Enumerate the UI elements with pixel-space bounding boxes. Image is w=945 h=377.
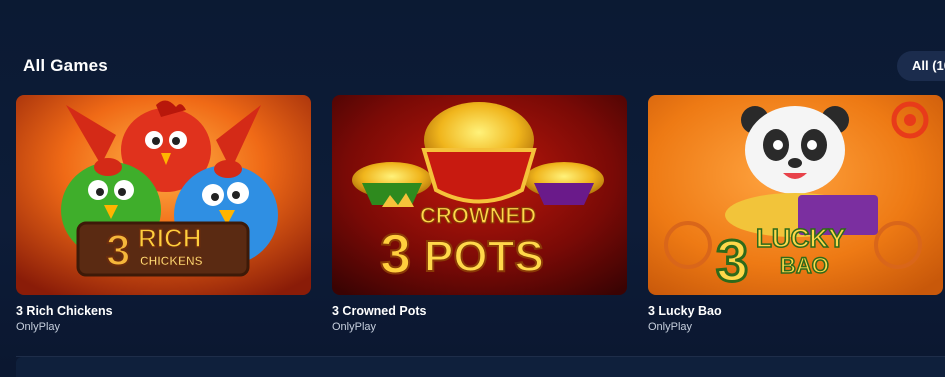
svg-text:3: 3 <box>716 229 748 294</box>
next-section-panel <box>16 357 945 377</box>
svg-text:3: 3 <box>380 222 411 285</box>
svg-text:CROWNED: CROWNED <box>420 203 536 228</box>
game-card[interactable]: CROWNED 3 POTS 3 Crowned Pots OnlyPlay <box>332 95 627 333</box>
gold-pots-artwork-icon: CROWNED 3 POTS <box>332 95 627 295</box>
game-title[interactable]: 3 Crowned Pots <box>332 304 627 318</box>
game-provider: OnlyPlay <box>332 321 377 333</box>
svg-text:CHICKENS: CHICKENS <box>140 254 203 268</box>
svg-text:LUCKY: LUCKY <box>756 223 846 253</box>
svg-text:BAO: BAO <box>780 253 829 278</box>
game-card[interactable]: 3 RICH CHICKENS 3 Rich Chickens OnlyPlay <box>16 95 311 333</box>
section-title: All Games <box>23 56 108 75</box>
game-title[interactable]: 3 Lucky Bao <box>648 304 943 318</box>
svg-text:POTS: POTS <box>424 232 544 281</box>
game-card[interactable]: 3 LUCKY BAO 3 Lucky Bao OnlyPlay <box>648 95 943 333</box>
game-thumbnail[interactable]: 3 LUCKY BAO <box>648 95 943 295</box>
game-provider: OnlyPlay <box>648 321 693 333</box>
filter-all-button[interactable]: All (10 <box>897 51 945 81</box>
svg-text:RICH: RICH <box>138 223 202 253</box>
game-provider: OnlyPlay <box>16 321 61 333</box>
game-thumbnail[interactable]: 3 RICH CHICKENS <box>16 95 311 295</box>
panda-artwork-icon: 3 LUCKY BAO <box>648 95 943 295</box>
game-title[interactable]: 3 Rich Chickens <box>16 304 311 318</box>
svg-text:3: 3 <box>106 226 130 275</box>
chickens-artwork-icon: 3 RICH CHICKENS <box>16 95 311 295</box>
game-thumbnail[interactable]: CROWNED 3 POTS <box>332 95 627 295</box>
